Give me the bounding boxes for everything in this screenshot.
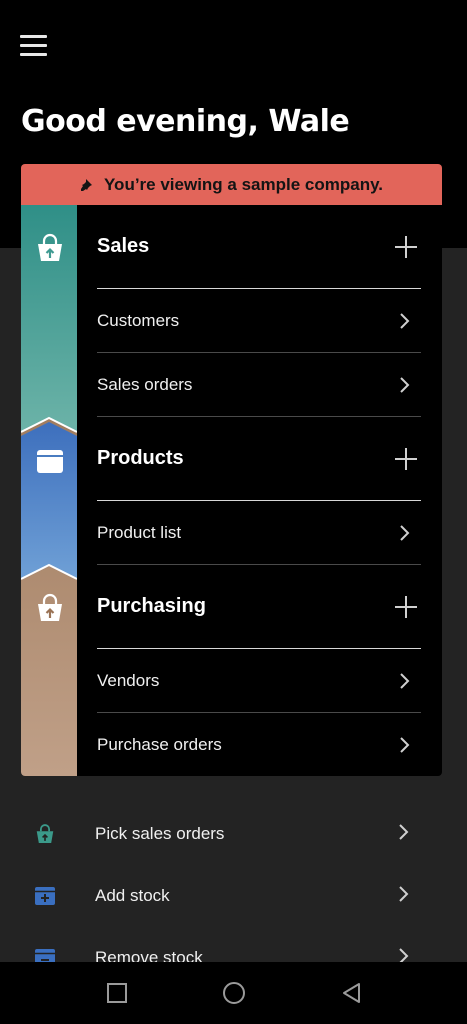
expand-plus-icon[interactable] [395,447,417,470]
expand-plus-icon[interactable] [395,595,417,618]
menu-item-sales-orders[interactable]: Sales orders [97,353,421,417]
menu-item-label: Sales orders [97,374,193,394]
chevron-right-icon [399,312,411,330]
purchasing-bag-icon [34,592,66,624]
shopping-bag-up-icon [34,823,56,845]
menu-item-label: Customers [97,310,180,330]
home-circle-icon[interactable] [222,981,246,1005]
recents-square-icon[interactable] [105,981,129,1005]
menu-item-label: Purchase orders [97,735,222,754]
section-purchasing-title: Purchasing [97,595,206,617]
menu-item-label: Product list [97,522,182,542]
pin-icon [80,178,94,192]
system-nav-bar [0,962,467,1024]
menu-item-purchase-orders[interactable]: Purchase orders [97,713,421,776]
modules-card: Sales Customers Sales orders Products Pr… [21,205,442,776]
chevron-right-icon [399,736,411,754]
module-color-rail [21,205,77,776]
products-box-icon [34,445,66,477]
menu-item-label: Vendors [97,670,160,690]
chevron-right-icon [399,524,411,542]
quick-action-label: Add stock [95,886,170,905]
section-sales-title: Sales [97,235,150,257]
section-purchasing-header[interactable]: Purchasing [97,565,421,649]
menu-item-vendors[interactable]: Vendors [97,649,421,713]
sales-bag-icon [34,232,66,264]
banner-text: You’re viewing a sample company. [103,175,383,194]
chevron-right-icon [399,376,411,394]
chevron-right-icon [398,885,410,908]
quick-action-pick-sales-orders[interactable]: Pick sales orders [0,803,467,865]
sample-company-banner: You’re viewing a sample company. [21,164,442,206]
back-triangle-icon[interactable] [340,981,364,1005]
chevron-right-icon [399,672,411,690]
chevron-right-icon [398,823,410,846]
section-sales-header[interactable]: Sales [97,205,421,289]
quick-action-add-stock[interactable]: Add stock [0,865,467,927]
section-products-title: Products [97,447,184,469]
section-products-header[interactable]: Products [97,417,421,501]
box-plus-icon [34,885,56,907]
menu-item-product-list[interactable]: Product list [97,501,421,565]
greeting-title: Good evening, Wale [21,104,350,139]
hamburger-icon[interactable] [20,35,48,57]
expand-plus-icon[interactable] [395,235,417,258]
menu-item-customers[interactable]: Customers [97,289,421,353]
quick-action-label: Pick sales orders [95,824,225,843]
